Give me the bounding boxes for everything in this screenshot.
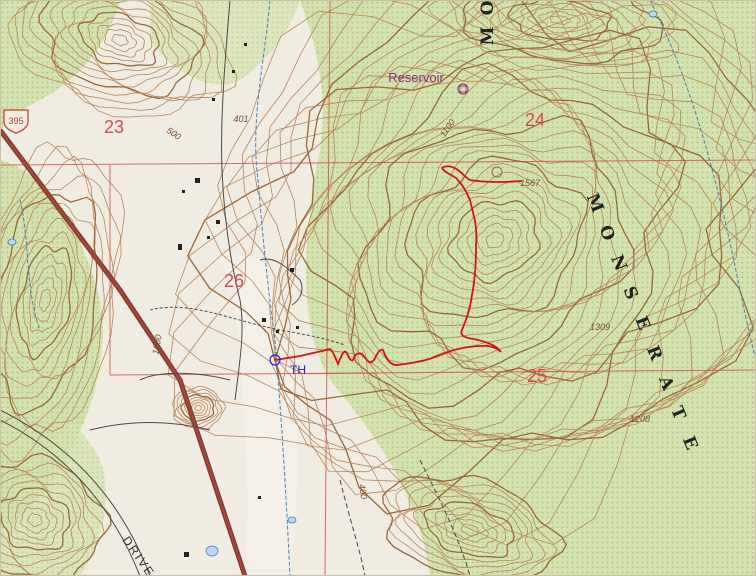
elevation-1208: 1208 xyxy=(630,414,650,424)
top-ridge-letter: O xyxy=(478,0,498,15)
top-ridge-letter: M xyxy=(478,26,498,45)
highway-shield-label: 395 xyxy=(8,116,23,126)
elevation-401: 401 xyxy=(233,114,248,124)
section-label-23: 23 xyxy=(104,117,124,137)
trailhead-label: TH xyxy=(290,363,306,377)
reservoir-label: Reservoir xyxy=(388,70,444,85)
section-label-26: 26 xyxy=(224,271,244,291)
section-label-24: 24 xyxy=(525,110,545,130)
topographic-map: 395 23 24 26 25 Reservoir TH 1567 401 50… xyxy=(0,0,756,576)
elevation-summit: 1567 xyxy=(520,178,541,188)
elevation-1309: 1309 xyxy=(590,322,610,332)
section-label-25: 25 xyxy=(527,366,547,386)
